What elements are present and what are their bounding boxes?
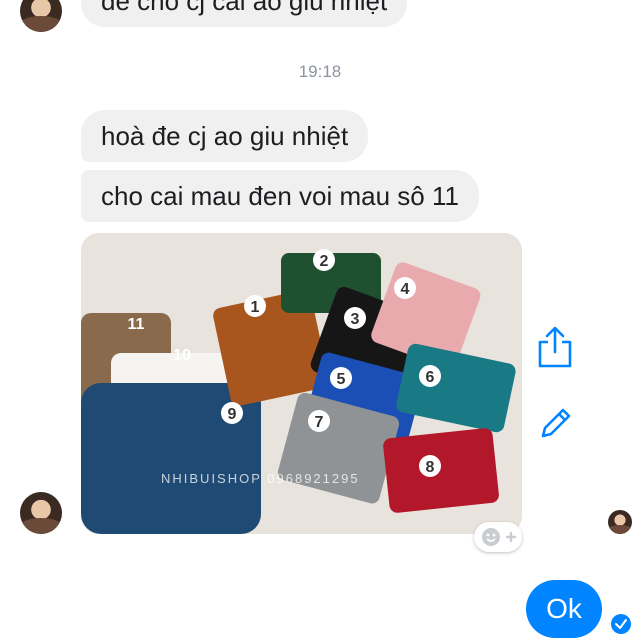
contact-avatar-2[interactable] — [20, 492, 62, 534]
seen-avatar — [608, 510, 632, 534]
label-7: 7 — [315, 414, 324, 431]
label-6: 6 — [426, 369, 435, 386]
pencil-icon[interactable] — [538, 405, 574, 446]
check-icon — [611, 614, 631, 634]
add-reaction-icon[interactable] — [474, 522, 522, 552]
label-5: 5 — [337, 371, 346, 388]
label-1: 1 — [251, 299, 260, 316]
message-bubble-top: đe cho cj cai ao giu nhiệt — [81, 0, 408, 27]
label-9: 9 — [228, 406, 237, 423]
label-3: 3 — [351, 311, 360, 328]
label-8: 8 — [426, 459, 435, 476]
message-bubble-1: hoà đe cj ao giu nhiệt — [81, 110, 369, 162]
photo-message[interactable]: 1 2 3 4 5 6 7 8 9 10 11 NHIBUISHOP 09689… — [81, 233, 522, 534]
label-4: 4 — [401, 281, 410, 298]
message-bubble-2: cho cai mau đen voi mau sô 11 — [81, 170, 479, 222]
label-11: 11 — [128, 316, 145, 333]
message-bubble-reply: Ok — [526, 580, 602, 638]
shirt-red-8 — [383, 428, 499, 513]
message-timestamp: 19:18 — [298, 62, 342, 81]
photo-watermark: NHIBUISHOP 0968921295 — [161, 471, 360, 486]
label-2: 2 — [320, 253, 329, 270]
share-icon[interactable] — [537, 325, 573, 374]
contact-avatar[interactable] — [20, 0, 62, 32]
label-10: 10 — [173, 347, 191, 364]
